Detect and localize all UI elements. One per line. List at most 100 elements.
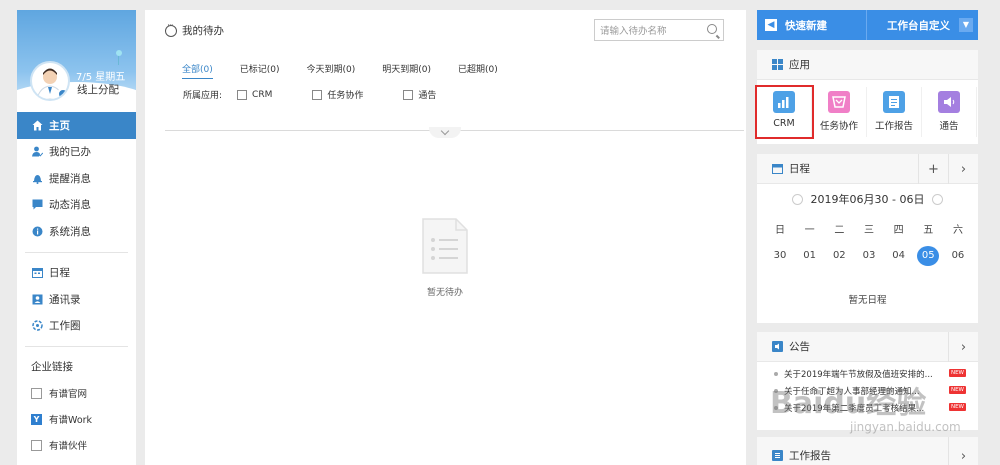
sidebar-item-4[interactable]: 系统消息 <box>17 218 136 245</box>
report-card-header: 工作报告 › <box>757 437 978 465</box>
nav-list-secondary: 日程通讯录 工作圈 <box>17 260 136 340</box>
prev-week-icon[interactable] <box>791 193 803 205</box>
collapse-toggle-chevron-icon[interactable] <box>429 127 461 138</box>
weekday-label: 四 <box>893 225 904 236</box>
app-crm-chart[interactable]: CRM <box>755 85 814 139</box>
nav-divider <box>25 251 128 253</box>
app-task[interactable]: 任务协作 <box>812 87 867 137</box>
todo-search-placeholder: 请输入待办名称 <box>600 26 667 37</box>
checkbox-icon[interactable] <box>403 89 414 100</box>
todo-search-input[interactable]: 请输入待办名称 <box>594 19 724 41</box>
settings-badge-icon[interactable] <box>57 88 68 99</box>
week-selector: 2019年06月30 - 06日 <box>757 191 978 207</box>
day-cell[interactable]: 04 <box>888 246 910 266</box>
sidebar-item-2[interactable]: 提醒消息 <box>17 165 136 192</box>
customize-button[interactable]: 工作台自定义 ▼ <box>866 10 978 40</box>
app-label: CRM <box>773 118 795 129</box>
sidebar-item-5[interactable]: 日程 <box>17 260 136 287</box>
links-title: 企业链接 <box>31 361 73 373</box>
circle-icon <box>31 320 43 332</box>
link-item[interactable]: Y 有谱Work <box>17 406 136 432</box>
apps-title: 应用 <box>789 59 810 71</box>
nav-list: 主页我的已办提醒消息动态消息系统消息 <box>17 112 136 245</box>
filter-label-text: 任务协作 <box>327 91 364 101</box>
app-report[interactable]: 工作报告 <box>867 87 922 137</box>
filter-checkbox-2[interactable]: 通告 <box>403 88 436 101</box>
more-dots-icon <box>165 21 177 37</box>
nav-divider <box>25 346 128 347</box>
report-next-button[interactable]: › <box>948 437 978 465</box>
search-icon[interactable] <box>707 24 717 34</box>
quick-new-button[interactable]: ◀ 快速新建 <box>757 10 865 40</box>
todo-tabs: 全部(0) 已标记(0) 今天到期(0) 明天到期(0) 已超期(0) <box>182 62 525 79</box>
apps-card: 应用 CRM 任务协作 工作报告 通告 <box>755 50 978 144</box>
app-speaker[interactable]: 通告 <box>922 87 977 137</box>
day-cell[interactable]: 05 <box>917 246 940 266</box>
notice-next-button[interactable]: › <box>948 332 978 362</box>
day-cell[interactable]: 03 <box>858 246 880 266</box>
report-icon <box>772 450 783 461</box>
sidebar-item-1[interactable]: 我的已办 <box>17 139 136 166</box>
schedule-next-button[interactable]: › <box>948 154 978 184</box>
y-logo-icon: Y <box>31 413 42 425</box>
tab-0[interactable]: 全部(0) <box>182 62 213 79</box>
week-range: 2019年06月30 - 06日 <box>810 193 925 206</box>
todo-panel: 我的待办 请输入待办名称 全部(0) 已标记(0) 今天到期(0) 明天到期(0) 已超… <box>145 10 746 465</box>
notice-item[interactable]: 关于2019年第二季度员工考核结果... NEW <box>757 399 978 416</box>
sidebar-item-label: 系统消息 <box>49 225 91 238</box>
report-card: 工作报告 › <box>757 437 978 465</box>
tab-4[interactable]: 已超期(0) <box>458 62 498 79</box>
weekday-label: 一 <box>804 225 815 236</box>
quick-new-label: 快速新建 <box>785 19 827 32</box>
schedule-empty-text: 暂无日程 <box>848 295 887 306</box>
link-item[interactable]: 有谱官网 <box>17 380 136 406</box>
sidebar-item-6[interactable]: 通讯录 <box>17 286 136 313</box>
filter-label-text: 通告 <box>418 91 437 101</box>
tab-3[interactable]: 明天到期(0) <box>382 62 431 79</box>
bell-icon <box>31 172 43 184</box>
avatar[interactable] <box>30 61 70 101</box>
sidebar-item-7[interactable]: 工作圈 <box>17 313 136 340</box>
task-icon <box>828 91 850 113</box>
app-filters: 所属应用: CRM 任务协作 通告 <box>183 88 476 101</box>
notice-list: 关于2019年端午节放假及值班安排的... NEW 关于任命丁超为人事部经理的通知.… <box>757 362 978 416</box>
weekday-label: 二 <box>834 225 845 236</box>
info-icon <box>31 225 43 237</box>
sidebar-item-label: 主页 <box>49 119 70 132</box>
user-done-icon <box>31 146 43 158</box>
balloon-icon <box>116 50 122 56</box>
checkbox-icon[interactable] <box>237 89 248 100</box>
app-label: 工作报告 <box>874 121 913 132</box>
todo-title-text: 我的待办 <box>182 25 224 37</box>
quick-bar: ◀ 快速新建 工作台自定义 ▼ <box>757 10 978 40</box>
notice-item[interactable]: 关于任命丁超为人事部经理的通知... NEW <box>757 382 978 399</box>
day-cell[interactable]: 01 <box>799 246 821 266</box>
add-schedule-button[interactable]: + <box>918 154 948 184</box>
tab-2[interactable]: 今天到期(0) <box>307 62 356 79</box>
filter-checkbox-1[interactable]: 任务协作 <box>312 88 363 101</box>
day-cell[interactable]: 06 <box>947 246 969 266</box>
weekday-header: 日一二三四五六 <box>769 221 969 241</box>
day-cell[interactable]: 30 <box>769 246 791 266</box>
tab-1[interactable]: 已标记(0) <box>240 62 280 79</box>
grid-icon <box>772 59 783 70</box>
sidebar-item-3[interactable]: 动态消息 <box>17 192 136 219</box>
sidebar-item-label: 日程 <box>49 267 70 280</box>
sidebar-item-label: 提醒消息 <box>49 172 91 185</box>
profile-date: 7/5 星期五 <box>76 72 126 83</box>
day-cell[interactable]: 02 <box>828 246 850 266</box>
customize-label: 工作台自定义 <box>887 19 950 32</box>
filter-checkbox-0[interactable]: CRM <box>237 89 272 100</box>
chevron-down-icon[interactable]: ▼ <box>959 18 973 32</box>
report-title: 工作报告 <box>789 450 831 462</box>
notice-item[interactable]: 关于2019年端午节放假及值班安排的... NEW <box>757 365 978 382</box>
checkbox-icon[interactable] <box>312 89 323 100</box>
profile-status: 线上分配 <box>77 84 119 96</box>
todo-empty-text: 暂无待办 <box>426 288 463 298</box>
sidebar-item-0[interactable]: 主页 <box>17 112 136 139</box>
link-item[interactable]: 有谱资讯 <box>17 458 136 465</box>
checkbox-icon <box>31 439 42 451</box>
next-week-icon[interactable] <box>932 193 944 205</box>
link-item[interactable]: 有谱伙伴 <box>17 432 136 458</box>
sidebar-item-label: 我的已办 <box>49 146 91 159</box>
